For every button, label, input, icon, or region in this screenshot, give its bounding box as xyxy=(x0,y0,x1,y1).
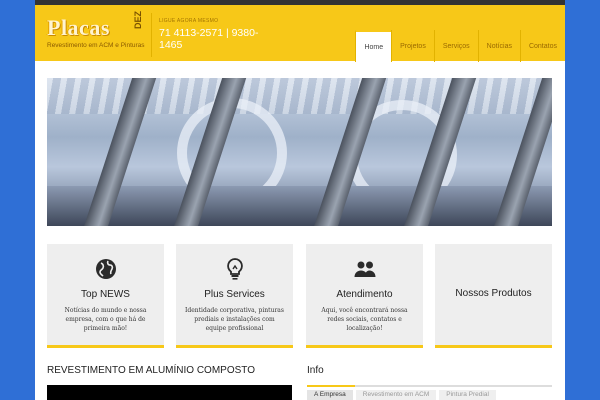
contact-phone: 71 4113-2571 | 9380-1465 xyxy=(159,27,259,51)
nav-projetos[interactable]: Projetos xyxy=(391,30,434,62)
feature-title: Plus Services xyxy=(204,289,265,300)
feature-title: Atendimento xyxy=(336,289,393,300)
hero-floor xyxy=(47,186,552,226)
tab-pintura-predial[interactable]: Pintura Predial xyxy=(439,390,496,400)
header-divider xyxy=(151,13,152,57)
header-contact: Ligue agora mesmo 71 4113-2571 | 9380-14… xyxy=(159,18,279,51)
nav-contatos[interactable]: Contatos xyxy=(519,30,565,62)
feature-text: Aqui, você encontrará nossa redes sociai… xyxy=(321,307,408,332)
lightbulb-icon xyxy=(226,258,243,280)
nav-noticias[interactable]: Notícias xyxy=(477,30,520,62)
feature-text: Identidade corporativa, pinturas prediai… xyxy=(185,307,284,332)
logo-badge: DEZ xyxy=(133,11,143,29)
feature-title: Nossos Produtos xyxy=(455,288,532,299)
section-title-info: Info xyxy=(307,365,324,376)
hero-image xyxy=(47,78,552,226)
tab-revestimento-acm[interactable]: Revestimento em ACM xyxy=(355,390,437,400)
feature-box-plus-services[interactable]: Plus Services Identidade corporativa, pi… xyxy=(176,244,293,348)
feature-title: Top NEWS xyxy=(81,289,130,300)
nav-servicos[interactable]: Serviços xyxy=(433,30,478,62)
feature-text: Notícias do mundo e nossa empresa, com o… xyxy=(64,307,147,332)
feature-box-top-news[interactable]: Top NEWS Notícias do mundo e nossa empre… xyxy=(47,244,164,348)
section-title-revestimento: REVESTIMENTO EM ALUMÍNIO COMPOSTO xyxy=(47,365,255,376)
feature-box-nossos-produtos[interactable]: Nossos Produtos xyxy=(435,244,552,348)
video-area[interactable] xyxy=(47,385,292,400)
globe-icon xyxy=(95,259,116,279)
contact-label: Ligue agora mesmo xyxy=(159,18,219,24)
info-divider-accent xyxy=(307,385,355,387)
nav-home[interactable]: Home xyxy=(355,30,392,62)
users-icon xyxy=(354,261,375,277)
tab-a-empresa[interactable]: A Empresa xyxy=(307,390,353,400)
info-tabs: A Empresa Revestimento em ACM Pintura Pr… xyxy=(307,390,496,400)
logo-subtitle: Revestimento em ACM e Pinturas xyxy=(47,42,145,49)
logo-word: Placas xyxy=(47,15,110,40)
site-header: Placas DEZ Revestimento em ACM e Pintura… xyxy=(35,5,565,62)
site-logo[interactable]: Placas DEZ Revestimento em ACM e Pintura… xyxy=(47,11,147,53)
feature-boxes: Top NEWS Notícias do mundo e nossa empre… xyxy=(47,244,552,348)
feature-box-atendimento[interactable]: Atendimento Aqui, você encontrará nossa … xyxy=(306,244,423,348)
main-nav: Home Projetos Serviços Notícias Contatos xyxy=(355,30,565,62)
